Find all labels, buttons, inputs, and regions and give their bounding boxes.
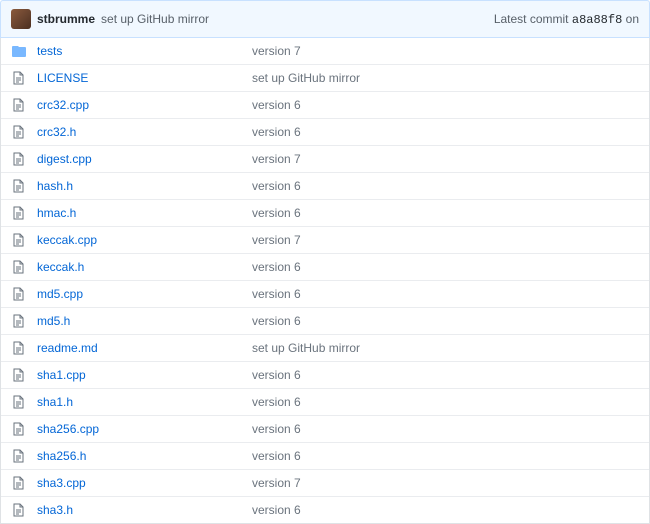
commit-message-link[interactable]: version 6 [252,179,639,193]
commit-message-link[interactable]: version 6 [252,260,639,274]
file-icon [11,98,27,112]
commit-message-link[interactable]: version 6 [252,503,639,517]
file-icon [11,449,27,463]
file-row: crc32.hversion 6 [1,119,649,146]
file-row: hash.hversion 6 [1,173,649,200]
file-icon [11,125,27,139]
file-icon [11,71,27,85]
file-name-link[interactable]: sha256.cpp [37,422,252,436]
avatar[interactable] [11,9,31,29]
commit-hash[interactable]: a8a88f8 [572,13,622,27]
commit-message-link[interactable]: set up GitHub mirror [252,341,639,355]
file-icon [11,206,27,220]
commit-message-link[interactable]: version 6 [252,206,639,220]
file-icon [11,152,27,166]
file-name-link[interactable]: digest.cpp [37,152,252,166]
file-icon [11,179,27,193]
file-row: LICENSEset up GitHub mirror [1,65,649,92]
file-icon [11,287,27,301]
file-icon [11,476,27,490]
file-row: md5.cppversion 6 [1,281,649,308]
commit-author-block: stbrumme set up GitHub mirror [11,9,209,29]
file-name-link[interactable]: sha3.cpp [37,476,252,490]
file-row: sha1.cppversion 6 [1,362,649,389]
on-label: on [626,12,639,26]
commit-message-link[interactable]: version 7 [252,152,639,166]
file-icon [11,260,27,274]
file-name-link[interactable]: LICENSE [37,71,252,85]
commit-message-link[interactable]: version 6 [252,449,639,463]
commit-message-link[interactable]: version 7 [252,44,639,58]
file-name-link[interactable]: sha256.h [37,449,252,463]
file-row: hmac.hversion 6 [1,200,649,227]
latest-commit-label: Latest commit [494,12,569,26]
file-row: readme.mdset up GitHub mirror [1,335,649,362]
file-row: digest.cppversion 7 [1,146,649,173]
file-name-link[interactable]: keccak.cpp [37,233,252,247]
commit-message-link[interactable]: version 6 [252,368,639,382]
file-name-link[interactable]: crc32.h [37,125,252,139]
file-icon [11,422,27,436]
commit-message-link[interactable]: set up GitHub mirror [252,71,639,85]
file-name-link[interactable]: crc32.cpp [37,98,252,112]
file-row: sha3.cppversion 7 [1,470,649,497]
commit-message-link[interactable]: version 6 [252,422,639,436]
file-name-link[interactable]: md5.cpp [37,287,252,301]
commit-message-header[interactable]: set up GitHub mirror [101,12,209,26]
file-row: md5.hversion 6 [1,308,649,335]
commit-message-link[interactable]: version 7 [252,476,639,490]
file-row: testsversion 7 [1,38,649,65]
commit-message-link[interactable]: version 7 [252,233,639,247]
file-list: testsversion 7LICENSEset up GitHub mirro… [0,38,650,524]
file-name-link[interactable]: readme.md [37,341,252,355]
file-row: sha256.hversion 6 [1,443,649,470]
commit-message-link[interactable]: version 6 [252,98,639,112]
commit-header: stbrumme set up GitHub mirror Latest com… [0,0,650,38]
commit-message-link[interactable]: version 6 [252,314,639,328]
file-row: keccak.hversion 6 [1,254,649,281]
file-name-link[interactable]: hash.h [37,179,252,193]
file-icon [11,341,27,355]
file-icon [11,233,27,247]
folder-icon [11,44,27,58]
file-icon [11,503,27,517]
commit-message-link[interactable]: version 6 [252,287,639,301]
file-name-link[interactable]: hmac.h [37,206,252,220]
file-row: sha256.cppversion 6 [1,416,649,443]
file-name-link[interactable]: sha1.h [37,395,252,409]
file-row: crc32.cppversion 6 [1,92,649,119]
file-icon [11,395,27,409]
file-icon [11,314,27,328]
commit-message-link[interactable]: version 6 [252,125,639,139]
file-icon [11,368,27,382]
file-name-link[interactable]: sha1.cpp [37,368,252,382]
file-row: sha1.hversion 6 [1,389,649,416]
file-name-link[interactable]: sha3.h [37,503,252,517]
file-name-link[interactable]: tests [37,44,252,58]
author-link[interactable]: stbrumme [37,12,95,26]
file-name-link[interactable]: keccak.h [37,260,252,274]
file-name-link[interactable]: md5.h [37,314,252,328]
commit-message-link[interactable]: version 6 [252,395,639,409]
file-row: keccak.cppversion 7 [1,227,649,254]
file-row: sha3.hversion 6 [1,497,649,523]
latest-commit-info: Latest commit a8a88f8 on [494,12,639,27]
